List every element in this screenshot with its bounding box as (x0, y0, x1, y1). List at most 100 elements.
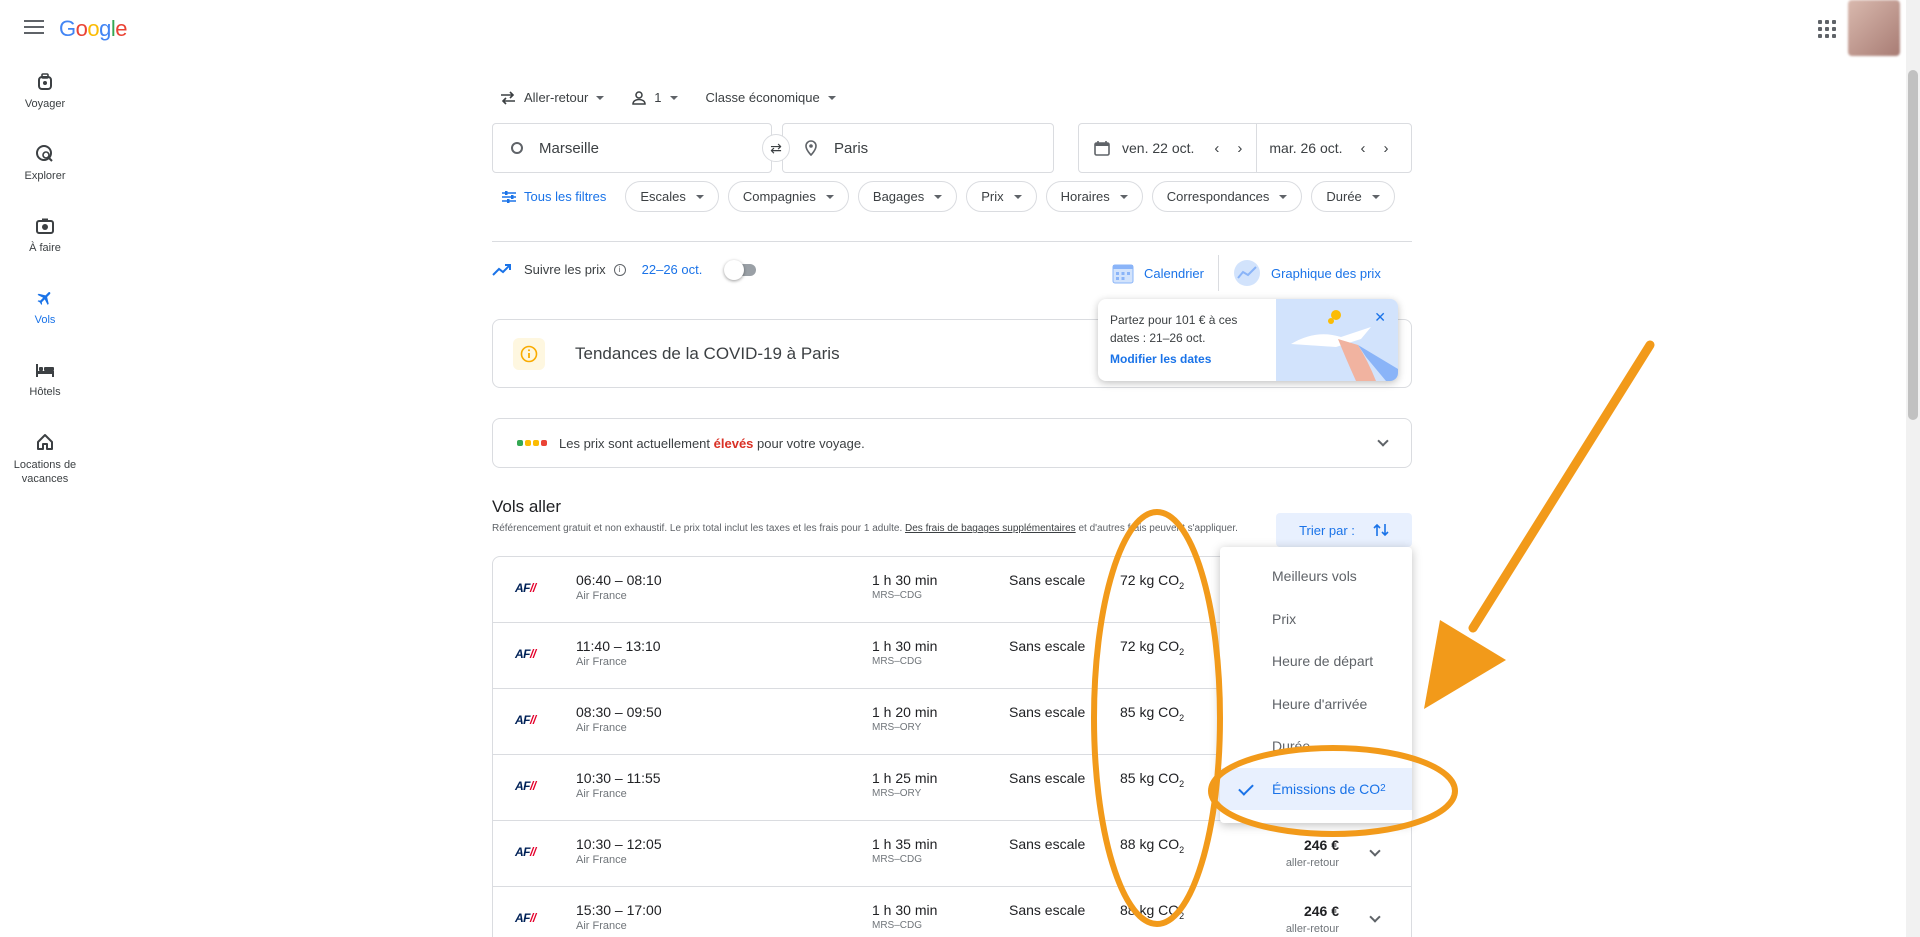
destination-field[interactable]: Paris (782, 123, 1054, 173)
sidebar-item-label: À faire (29, 242, 61, 254)
chip-label: Horaires (1060, 189, 1110, 204)
filter-chip-bagages[interactable]: Bagages (857, 181, 958, 212)
next-depart-date-button[interactable]: › (1237, 140, 1242, 157)
sidebar-item-explorer[interactable]: Explorer (0, 134, 90, 206)
filter-chips: Tous les filtres Escales Compagnies Baga… (492, 181, 1395, 212)
all-filters-button[interactable]: Tous les filtres (492, 189, 616, 204)
depart-date-value[interactable]: ven. 22 oct. (1122, 140, 1194, 156)
origin-circle-icon (511, 142, 523, 154)
avatar[interactable] (1848, 0, 1900, 56)
sidebar-item-hotels[interactable]: Hôtels (0, 350, 90, 422)
sidebar-item-vols[interactable]: Vols (0, 278, 90, 350)
date-divider (1256, 124, 1258, 172)
sort-option[interactable]: Meilleurs vols (1220, 555, 1412, 598)
flight-duration: 1 h 30 min (872, 638, 938, 654)
sidebar-item-locations[interactable]: Locations de vacances (0, 422, 90, 508)
filter-chip-prix[interactable]: Prix (966, 181, 1037, 212)
baggage-fees-link[interactable]: Des frais de bagages supplémentaires (905, 523, 1076, 534)
modify-dates-link[interactable]: Modifier les dates (1110, 352, 1211, 366)
info-icon[interactable]: i (613, 263, 626, 276)
sort-option[interactable]: Durée (1220, 725, 1412, 768)
caret-down-icon (1279, 194, 1288, 199)
flight-row[interactable]: AF// 15:30 – 17:00 Air France 1 h 30 min MRS… (493, 887, 1411, 937)
filter-chip-duree[interactable]: Durée (1311, 181, 1395, 212)
calendar-button[interactable]: Calendrier (1098, 255, 1218, 291)
co2-value: 88 kg CO (1120, 902, 1180, 918)
return-date-value[interactable]: mar. 26 oct. (1269, 140, 1342, 156)
flight-stops: Sans escale (1009, 770, 1086, 786)
flight-route: MRS–ORY (872, 788, 922, 799)
airline-logo: AF// (515, 911, 536, 925)
sort-option[interactable]: Émissions de CO 2 (1220, 767, 1412, 810)
price-tip-text: Partez pour 101 € à ces dates : 21–26 oc… (1110, 313, 1238, 345)
flight-co2: 88 kg CO2 (1120, 902, 1184, 921)
airline-logo: AF// (515, 647, 536, 661)
scrollbar-thumb[interactable] (1908, 70, 1918, 420)
flight-price: 246 € (1303, 837, 1339, 853)
passengers-select[interactable]: 1 (632, 90, 678, 105)
sidebar-item-a-faire[interactable]: À faire (0, 206, 90, 278)
sidebar-item-voyager[interactable]: Voyager (0, 62, 90, 134)
filter-chip-horaires[interactable]: Horaires (1045, 181, 1143, 212)
close-icon[interactable]: ✕ (1374, 309, 1386, 326)
covid-title: Tendances de la COVID-19 à Paris (575, 343, 840, 363)
chip-label: Compagnies (742, 189, 816, 204)
price-tracking-row: Suivre les prix i 22–26 oct. (492, 259, 757, 280)
flight-times: 10:30 – 12:05 (576, 836, 662, 852)
sort-option-label: Émissions de CO (1272, 780, 1381, 797)
trip-type-label: Aller-retour (524, 90, 589, 105)
next-return-date-button[interactable]: › (1384, 140, 1389, 157)
track-prices-toggle[interactable] (724, 259, 757, 280)
scrollbar[interactable] (1906, 0, 1920, 937)
flight-duration: 1 h 30 min (872, 572, 938, 588)
flight-carrier: Air France (576, 854, 627, 866)
cabin-class-select[interactable]: Classe économique (706, 90, 836, 105)
sort-option-label: Heure de départ (1272, 653, 1374, 670)
swap-locations-button[interactable]: ⇄ (762, 134, 790, 162)
filter-chip-escales[interactable]: Escales (625, 181, 719, 212)
trip-type-select[interactable]: Aller-retour (500, 90, 605, 105)
menu-icon[interactable] (24, 20, 44, 36)
sort-by-button[interactable]: Trier par : (1276, 513, 1412, 547)
prev-return-date-button[interactable]: ‹ (1361, 140, 1366, 157)
sort-option[interactable]: Prix (1220, 598, 1412, 641)
google-logo[interactable]: Google (59, 16, 128, 42)
chevron-down-icon[interactable] (1369, 911, 1381, 923)
co2-value: 88 kg CO (1120, 836, 1180, 852)
flight-route: MRS–CDG (872, 590, 923, 601)
sidebar-item-label: Locations de vacances (13, 459, 77, 485)
flight-co2: 72 kg CO2 (1120, 572, 1184, 591)
chip-label: Bagages (872, 189, 925, 204)
sidebar-item-label: Hôtels (29, 386, 61, 398)
flight-carrier: Air France (576, 722, 627, 734)
price-insight-panel[interactable]: Les prix sont actuellement élevés pour v… (492, 418, 1412, 468)
chevron-down-icon[interactable] (1377, 435, 1389, 447)
filter-chip-correspondances[interactable]: Correspondances (1151, 181, 1303, 212)
camera-icon (35, 216, 55, 236)
trending-icon (492, 263, 511, 276)
sort-option[interactable]: Heure de départ (1220, 640, 1412, 683)
airline-logo: AF// (515, 581, 536, 595)
origin-value: Marseille (539, 139, 600, 157)
sort-by-label: Trier par : (1299, 522, 1355, 538)
price-graph-button[interactable]: Graphique des prix (1219, 255, 1395, 291)
filter-chip-compagnies[interactable]: Compagnies (727, 181, 849, 212)
flight-carrier: Air France (576, 920, 627, 932)
caret-down-icon (596, 95, 605, 100)
location-pin-icon (805, 140, 817, 156)
prev-depart-date-button[interactable]: ‹ (1214, 140, 1219, 157)
flight-route: MRS–CDG (872, 854, 923, 865)
date-range-field[interactable]: ven. 22 oct. ‹ › mar. 26 oct. ‹ › (1078, 123, 1412, 173)
price-insight-text: Les prix sont actuellement élevés pour v… (559, 436, 865, 451)
flight-row[interactable]: AF// 10:30 – 12:05 Air France 1 h 35 min MRS… (493, 821, 1411, 887)
apps-grid-icon[interactable] (1818, 20, 1836, 38)
price-graph-label: Graphique des prix (1270, 265, 1381, 281)
sort-option-label: Prix (1272, 610, 1297, 627)
chevron-down-icon[interactable] (1369, 845, 1381, 857)
sort-option-label: Heure d'arrivée (1272, 695, 1368, 712)
swap-arrows-icon (501, 90, 515, 105)
sort-option[interactable]: Heure d'arrivée (1220, 683, 1412, 726)
price-level-highlight: élevés (713, 435, 754, 451)
origin-field[interactable]: Marseille (492, 123, 772, 173)
track-prices-label: Suivre les prix (524, 262, 606, 277)
